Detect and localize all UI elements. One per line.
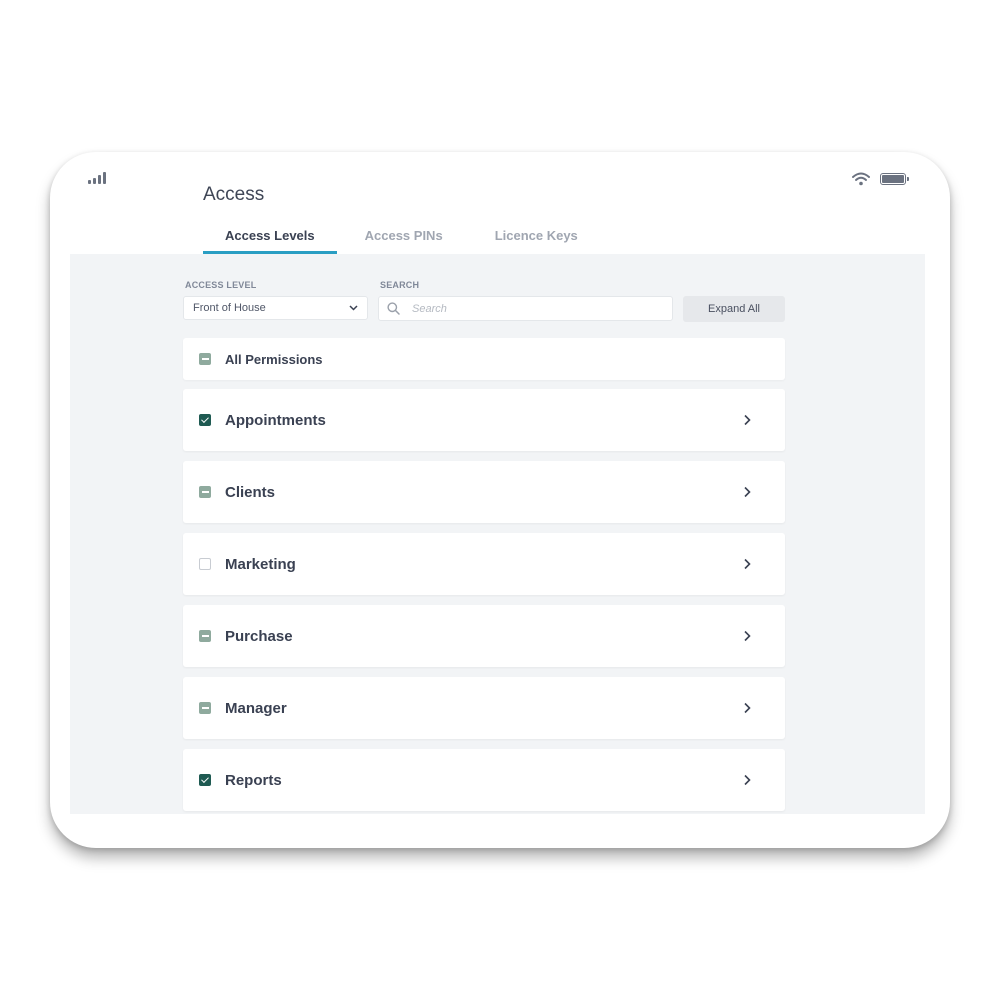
signal-bars-icon bbox=[88, 172, 108, 184]
expand-all-button[interactable]: Expand All bbox=[683, 296, 785, 322]
chevron-down-icon bbox=[349, 305, 358, 311]
access-level-select[interactable]: Front of House bbox=[183, 296, 368, 320]
marketing-checkbox[interactable] bbox=[199, 558, 211, 570]
purchase-checkbox[interactable] bbox=[199, 630, 211, 642]
reports-checkbox[interactable] bbox=[199, 774, 211, 786]
access-level-value: Front of House bbox=[193, 302, 266, 314]
permission-label: Reports bbox=[225, 771, 282, 789]
appointments-checkbox[interactable] bbox=[199, 414, 211, 426]
permission-row-appointments[interactable]: Appointments bbox=[183, 389, 785, 451]
chevron-right-icon[interactable] bbox=[744, 414, 751, 426]
access-level-label: ACCESS LEVEL bbox=[185, 280, 257, 290]
tab-bar: Access Levels Access PINs Licence Keys bbox=[203, 224, 600, 254]
clients-checkbox[interactable] bbox=[199, 486, 211, 498]
permission-row-clients[interactable]: Clients bbox=[183, 461, 785, 523]
page-title: Access bbox=[203, 184, 265, 205]
all-permissions-row[interactable]: All Permissions bbox=[183, 338, 785, 380]
search-icon bbox=[387, 302, 400, 315]
chevron-right-icon[interactable] bbox=[744, 702, 751, 714]
permission-row-reports[interactable]: Reports bbox=[183, 749, 785, 811]
chevron-right-icon[interactable] bbox=[744, 558, 751, 570]
content-area: ACCESS LEVEL Front of House SEARCH Expan… bbox=[70, 254, 925, 814]
battery-icon bbox=[880, 173, 909, 185]
search-box bbox=[378, 296, 673, 321]
permission-row-purchase[interactable]: Purchase bbox=[183, 605, 785, 667]
permission-list: All Permissions Appointments Clients Mar… bbox=[183, 338, 785, 821]
permission-label: Clients bbox=[225, 483, 276, 501]
chevron-right-icon[interactable] bbox=[744, 630, 751, 642]
tab-access-levels[interactable]: Access Levels bbox=[203, 224, 337, 254]
tab-licence-keys[interactable]: Licence Keys bbox=[473, 224, 600, 254]
tab-access-pins[interactable]: Access PINs bbox=[343, 224, 465, 254]
wifi-icon bbox=[852, 172, 870, 186]
search-input[interactable] bbox=[412, 302, 642, 315]
permission-label: Manager bbox=[225, 699, 287, 717]
permission-label: Purchase bbox=[225, 627, 293, 645]
permission-label: Appointments bbox=[225, 411, 326, 429]
search-label: SEARCH bbox=[380, 280, 420, 290]
status-bar-right bbox=[852, 172, 909, 186]
permission-row-marketing[interactable]: Marketing bbox=[183, 533, 785, 595]
tablet-frame: Access Access Levels Access PINs Licence… bbox=[50, 152, 950, 848]
all-permissions-label: All Permissions bbox=[225, 351, 323, 367]
all-permissions-checkbox[interactable] bbox=[199, 353, 211, 365]
permission-label: Marketing bbox=[225, 555, 296, 573]
permission-row-manager[interactable]: Manager bbox=[183, 677, 785, 739]
chevron-right-icon[interactable] bbox=[744, 486, 751, 498]
manager-checkbox[interactable] bbox=[199, 702, 211, 714]
chevron-right-icon[interactable] bbox=[744, 774, 751, 786]
